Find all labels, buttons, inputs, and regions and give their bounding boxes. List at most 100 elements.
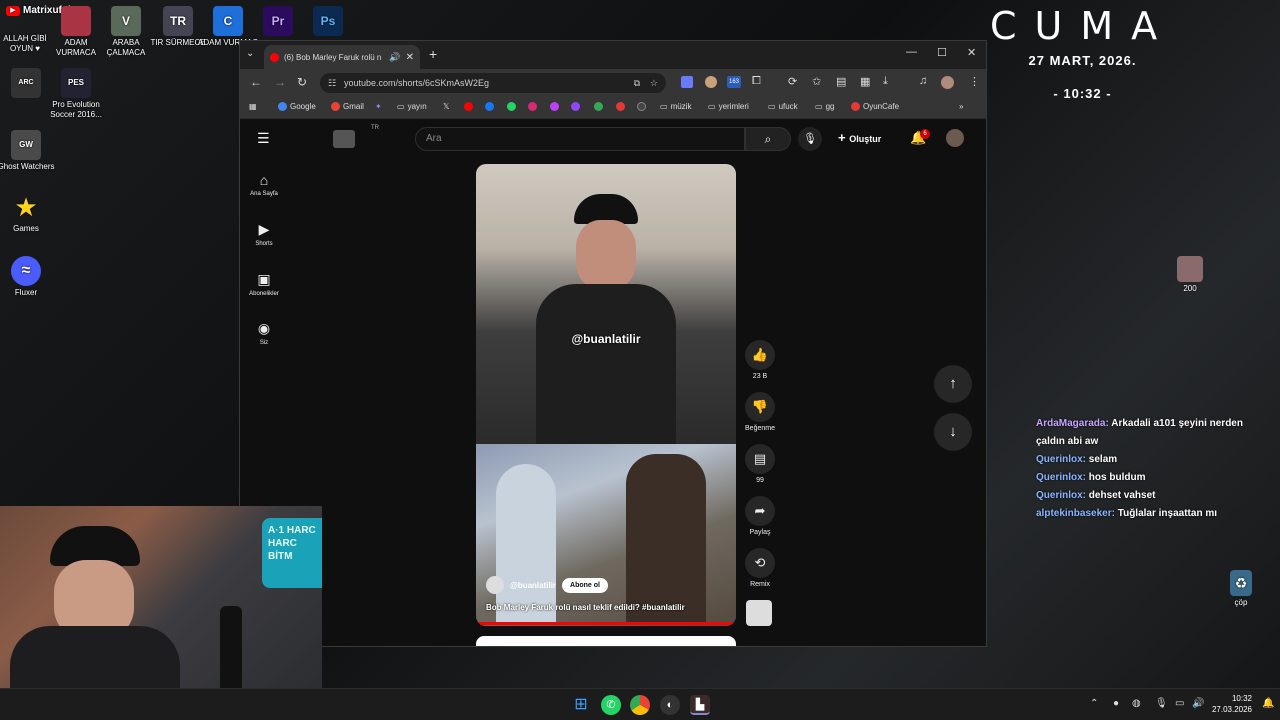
tray-volume-icon[interactable]: 🔊 [1192, 698, 1204, 709]
puzzle-icon[interactable]: ⧠ [752, 75, 761, 88]
next-short-preview[interactable] [476, 636, 736, 646]
media-icon[interactable]: ♫ [919, 75, 927, 87]
desktop-icon-recycle-bin[interactable]: ♻ çöp [1211, 570, 1271, 608]
close-window-icon[interactable]: ✕ [967, 46, 976, 59]
desktop-icon-fluxer[interactable]: ≈ Fluxer [0, 256, 56, 298]
youtube-page: ☰ TR Ara ⌕ 🎙 + Oluştur 🔔 6 ⌂ Ana Sayfa ▶ S… [240, 120, 986, 646]
desktop-icon-pes[interactable]: PES Pro Evolution Soccer 2016... [46, 68, 106, 120]
close-tab-icon[interactable]: ✕ [406, 52, 414, 63]
back-icon[interactable]: ← [250, 75, 262, 89]
new-tab-icon[interactable]: + [429, 46, 437, 62]
hamburger-menu-icon[interactable]: ☰ [257, 130, 270, 147]
chrome-icon[interactable] [630, 695, 650, 715]
tray-app-icon[interactable]: ◍ [1132, 698, 1141, 709]
folder-icon: ▭ [397, 102, 405, 111]
next-short-button[interactable]: ↓ [934, 413, 972, 451]
taskbar-clock[interactable]: 10:32 27.03.2026 [1212, 693, 1252, 715]
apps-icon[interactable]: ▦ [249, 102, 257, 111]
shorts-video-player[interactable]: @buanlatilir @buanlatilir Abone ol Bob M… [476, 164, 736, 626]
minimize-icon[interactable]: — [906, 46, 917, 58]
install-icon[interactable]: ⧉ [634, 73, 640, 93]
menu-kebab-icon[interactable]: ⋮ [969, 75, 980, 88]
extension-icon[interactable] [705, 76, 717, 88]
whatsapp-icon[interactable]: ✆ [601, 695, 621, 715]
search-button[interactable]: ⌕ [745, 127, 791, 151]
mic-icon[interactable]: 🎙 [798, 127, 822, 151]
speaker-icon[interactable]: 🔊 [389, 52, 400, 63]
like-button[interactable]: 👍 23 B [740, 340, 780, 380]
channel-name[interactable]: @buanlatilir [510, 581, 556, 590]
sidebar-item-subscriptions[interactable]: ▣ Abonelikler [244, 271, 284, 297]
previous-short-button[interactable]: ↑ [934, 365, 972, 403]
bookmarks-icon[interactable]: ✩ [812, 75, 821, 88]
bookmark-star-icon[interactable]: ☆ [650, 73, 658, 93]
green-bm-icon[interactable] [594, 102, 603, 111]
dislike-button[interactable]: 👎 Beğenme [740, 392, 780, 432]
pinned-app-icon[interactable]: ▙ [690, 695, 710, 715]
download-icon[interactable]: ⤓ [883, 75, 888, 88]
site-info-icon[interactable]: ☷ [328, 73, 336, 93]
bookmark-google[interactable]: Google [278, 102, 316, 111]
facebook-icon[interactable] [485, 102, 494, 111]
maximize-icon[interactable]: ☐ [937, 46, 947, 59]
sidebar-item-you[interactable]: ◉ Siz [244, 320, 284, 346]
desktop-icon-200[interactable]: 200 [1160, 256, 1220, 294]
bookmark-gmail[interactable]: Gmail [331, 102, 364, 111]
desktop-icon-araba-calmaca[interactable]: V ARABA ÇALMACA [96, 6, 156, 58]
channel-logo[interactable] [333, 130, 355, 148]
desktop-icon-games[interactable]: ★ Games [0, 192, 56, 234]
bookmark-gemini-icon[interactable]: ✦ [375, 102, 382, 111]
translate-icon[interactable]: ⟳ [788, 75, 797, 88]
forward-icon[interactable]: → [274, 75, 286, 89]
bookmark-yayin[interactable]: ▭ yayın [397, 102, 427, 111]
bookmark-muzik[interactable]: ▭ müzik [660, 102, 691, 111]
search-input[interactable]: Ara [415, 127, 745, 151]
comments-button[interactable]: ▤ 99 [740, 444, 780, 484]
notification-bell-icon[interactable]: 🔔 [1262, 698, 1274, 709]
extension-badge-icon[interactable]: 163 [727, 76, 741, 88]
video-title[interactable]: Bob Marley Faruk rolü nasıl teklif edild… [486, 603, 685, 612]
user-avatar[interactable] [946, 129, 964, 147]
sound-thumbnail[interactable] [746, 600, 772, 626]
remix-button[interactable]: ⟲ Remix [740, 548, 780, 588]
bookmark-yerimleri[interactable]: ▭ yerimleri [708, 102, 749, 111]
bookmark-ufuck[interactable]: ▭ ufuck [768, 102, 798, 111]
chat-message: Querinlox: selam [1036, 454, 1118, 465]
tray-network-icon[interactable]: ▭ [1175, 698, 1184, 709]
obs-icon[interactable]: ◐ [660, 695, 680, 715]
share-button[interactable]: ➦ Paylaş [740, 496, 780, 536]
red-bm-icon[interactable] [616, 102, 625, 111]
truck-icon: TR [163, 6, 193, 36]
bookmark-gg[interactable]: ▭ gg [815, 102, 834, 111]
tray-microphone-icon[interactable]: 🎙 [1155, 698, 1168, 709]
tray-app-icon[interactable]: ● [1113, 698, 1119, 709]
dark-bm-icon[interactable] [637, 102, 646, 111]
create-button[interactable]: + Oluştur [838, 130, 881, 145]
tab-list-icon[interactable]: ⌄ [246, 48, 254, 59]
tab-groups-icon[interactable]: ▦ [860, 75, 870, 88]
instagram-icon[interactable] [528, 102, 537, 111]
tray-overflow-icon[interactable]: ⌃ [1090, 698, 1098, 709]
desktop-icon-photoshop[interactable]: Ps [298, 6, 358, 38]
x-icon[interactable]: 𝕏 [443, 102, 449, 111]
sidepanel-icon[interactable]: ▤ [836, 75, 846, 88]
twitch-icon[interactable] [571, 102, 580, 111]
desktop-icon-ghost-watchers[interactable]: GW Ghost Watchers [0, 130, 56, 172]
address-bar[interactable]: ☷ youtube.com/shorts/6cSKmAsW2Eg ⧉ ☆ [320, 73, 666, 93]
progress-bar[interactable] [476, 622, 736, 625]
kick-icon[interactable] [550, 102, 559, 111]
sidebar-item-shorts[interactable]: ▶ Shorts [244, 221, 284, 247]
extension-icon[interactable] [681, 76, 693, 88]
bookmark-oyuncafe[interactable]: OyunCafe [851, 102, 899, 111]
channel-avatar[interactable] [486, 576, 504, 594]
wall-sign: A·1 HARC HARC BİTM [262, 518, 322, 588]
whatsapp-bm-icon[interactable] [507, 102, 516, 111]
youtube-bm-icon[interactable] [464, 102, 473, 111]
windows-start-icon[interactable]: ⊞ [571, 695, 591, 715]
sidebar-item-home[interactable]: ⌂ Ana Sayfa [244, 172, 284, 197]
tab-youtube[interactable]: (6) Bob Marley Faruk rolü n 🔊 ✕ [264, 45, 420, 69]
subscribe-button[interactable]: Abone ol [562, 577, 608, 593]
profile-avatar[interactable] [941, 76, 954, 89]
more-bookmarks-icon[interactable]: » [959, 102, 963, 111]
reload-icon[interactable]: ↻ [297, 75, 307, 89]
